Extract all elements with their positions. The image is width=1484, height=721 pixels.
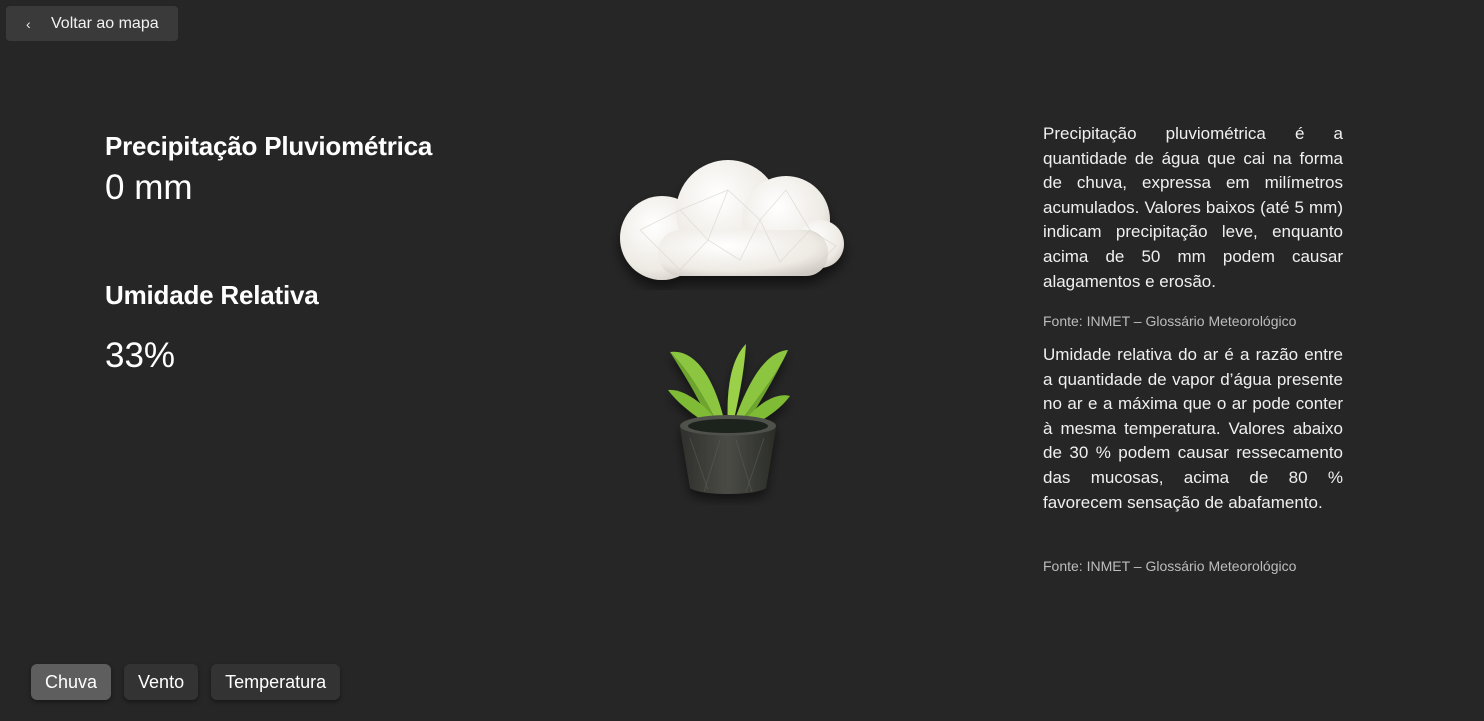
humidity-value: 33% bbox=[105, 336, 176, 375]
humidity-title: Umidade Relativa bbox=[105, 280, 319, 310]
tab-vento[interactable]: Vento bbox=[124, 664, 199, 700]
back-button-label: Voltar ao mapa bbox=[51, 14, 159, 32]
precipitation-source: Fonte: INMET – Glossário Meteorológico bbox=[1043, 313, 1297, 329]
chevron-left-icon: ‹ bbox=[26, 15, 31, 32]
tab-chuva[interactable]: Chuva bbox=[31, 664, 112, 700]
cloud-icon bbox=[620, 160, 844, 280]
tab-temperatura[interactable]: Temperatura bbox=[211, 664, 341, 700]
metric-tabs: Chuva Vento Temperatura bbox=[31, 664, 341, 700]
humidity-description: Umidade relativa do ar é a razão entre a… bbox=[1043, 345, 1343, 512]
potted-plant-icon bbox=[668, 344, 790, 494]
precipitation-description: Precipitação pluviométrica é a quantidad… bbox=[1043, 124, 1343, 291]
precipitation-title: Precipitação Pluviométrica bbox=[105, 131, 433, 161]
humidity-source: Fonte: INMET – Glossário Meteorológico bbox=[1043, 558, 1297, 574]
precipitation-value: 0 mm bbox=[105, 168, 193, 207]
back-to-map-button[interactable]: ‹ Voltar ao mapa bbox=[6, 6, 178, 41]
weather-detail-page: ‹ Voltar ao mapa Precipitação Pluviométr… bbox=[0, 0, 1484, 721]
